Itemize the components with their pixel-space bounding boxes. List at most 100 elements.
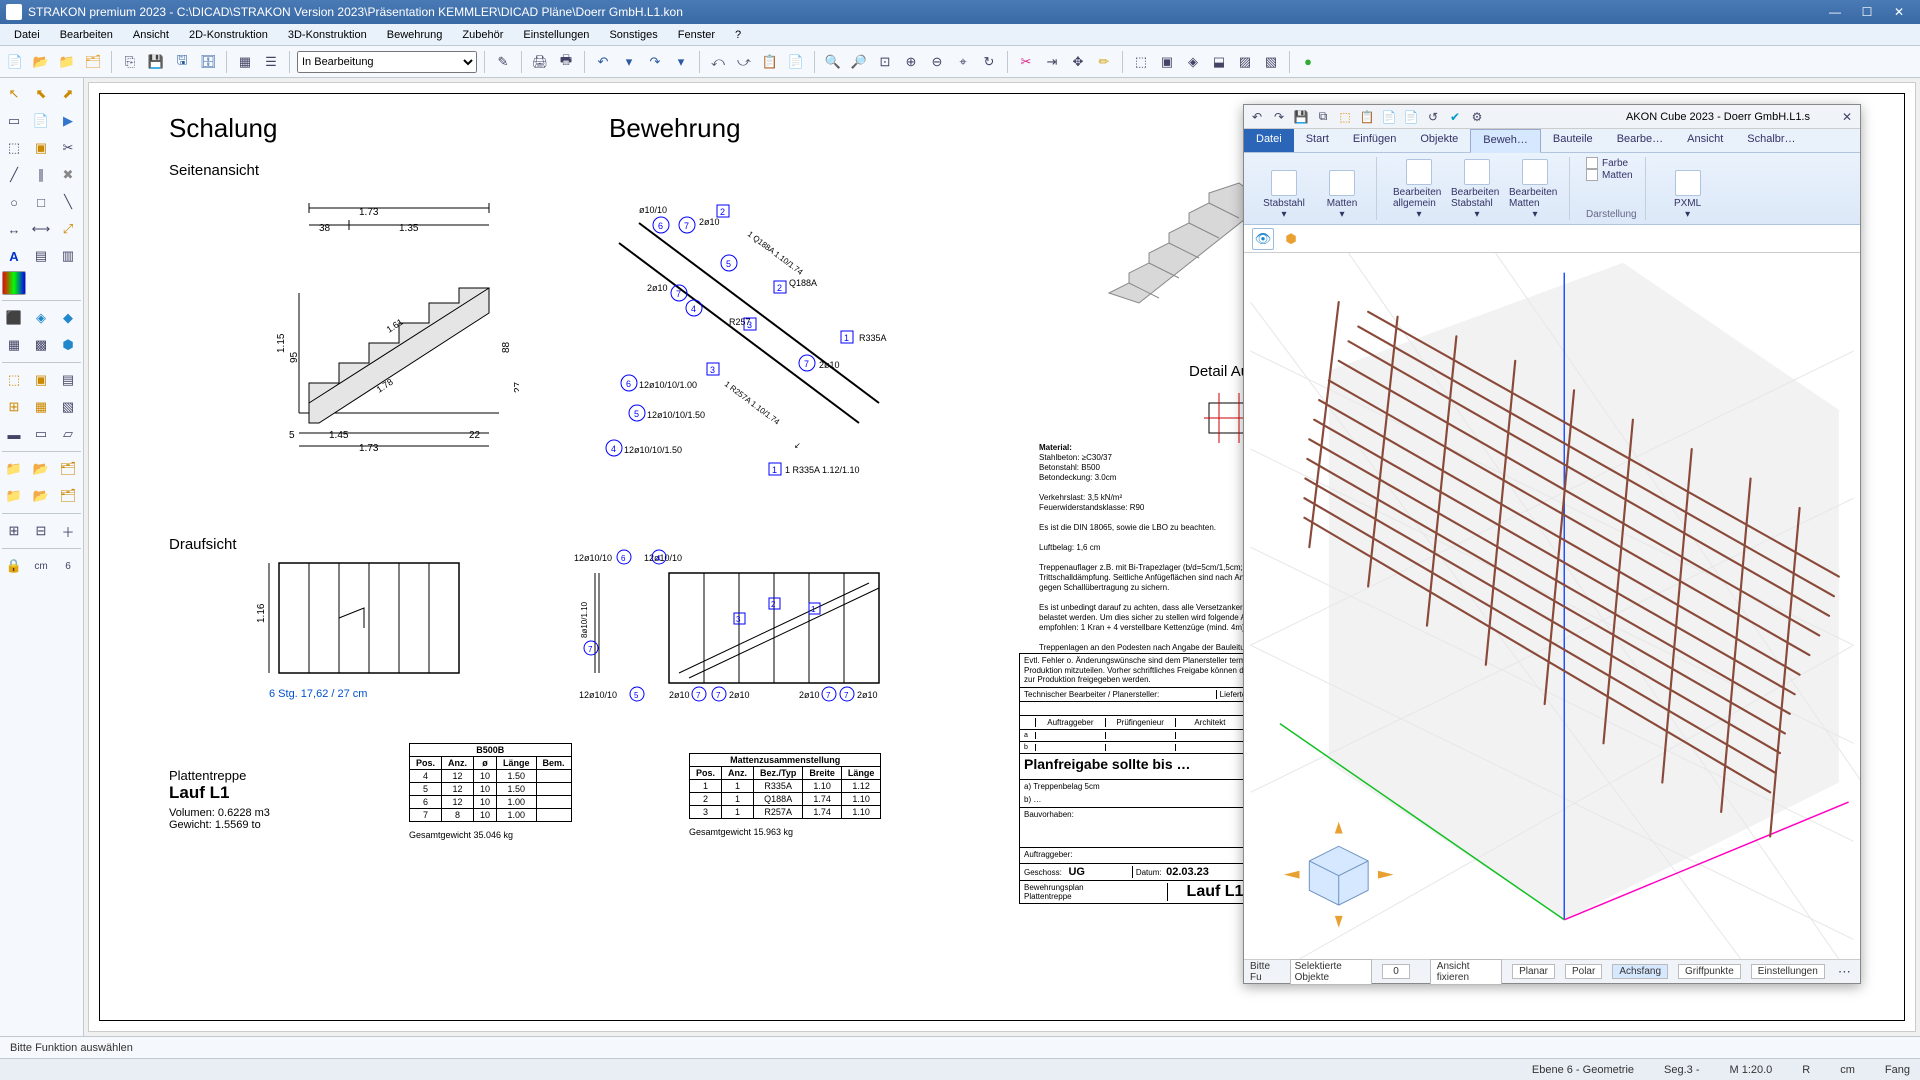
menu-ansicht[interactable]: Ansicht [123,27,179,43]
vt-play-icon[interactable]: ▶ [56,109,80,133]
vt-f3-icon[interactable]: 🗂 [56,457,80,481]
vt-f4-icon[interactable]: 📁 [2,484,26,508]
saveas-icon[interactable]: 🗄 [197,51,219,73]
vt-b4-icon[interactable]: ⊞ [2,395,26,419]
cube-s5-icon[interactable]: 📄 [1402,108,1420,126]
cube-tab-einfuegen[interactable]: Einfügen [1341,129,1408,152]
open3-icon[interactable]: 🗂 [82,51,104,73]
undo-icon[interactable]: ↶ [592,51,614,73]
rlabel-farbe[interactable]: Farbe [1602,158,1628,169]
new-icon[interactable]: 📄 [4,51,26,73]
vt-f6-icon[interactable]: 🗂 [56,484,80,508]
rlabel-matten[interactable]: Matten [1602,170,1633,181]
cube-btn-fix[interactable]: Ansicht fixieren [1430,959,1502,985]
cube-btn-polar[interactable]: Polar [1565,964,1602,979]
open-icon[interactable]: 📂 [30,51,52,73]
cube-redo-icon[interactable]: ↷ [1270,108,1288,126]
sel1-icon[interactable]: ⬚ [1130,51,1152,73]
back-icon[interactable]: ⤺ [707,51,729,73]
rbtn-pxml[interactable]: PXML▾ [1662,170,1714,220]
menu-3d[interactable]: 3D-Konstruktion [278,27,377,43]
menu-zubehoer[interactable]: Zubehör [452,27,513,43]
cube-undo-icon[interactable]: ↶ [1248,108,1266,126]
vt-lock-icon[interactable]: 🔒 [2,554,26,578]
zoomin-icon[interactable]: ⊕ [900,51,922,73]
vt-page-icon[interactable]: 📄 [29,109,53,133]
vt-par-icon[interactable]: ∥ [29,163,53,187]
vt-r1-icon[interactable]: ⬚ [2,136,26,160]
sel4-icon[interactable]: ⬓ [1208,51,1230,73]
vt-g2-icon[interactable]: ⊟ [29,519,53,543]
vt-curs3-icon[interactable]: ⬈ [56,82,80,106]
edit-icon[interactable]: ✎ [492,51,514,73]
cube-tab-bauteile[interactable]: Bauteile [1541,129,1605,152]
copy-icon[interactable]: ⎘ [119,51,141,73]
cube-save-icon[interactable]: 💾 [1292,108,1310,126]
vt-circ-icon[interactable]: ○ [2,190,26,214]
rbtn-stabstahl[interactable]: Stabstahl▾ [1258,170,1310,220]
menu-einstellungen[interactable]: Einstellungen [513,27,599,43]
status-select[interactable]: In Bearbeitung [297,51,477,73]
zoom2-icon[interactable]: 🔎 [848,51,870,73]
cube-s7-icon[interactable]: ✔ [1446,108,1464,126]
vt-cursor-icon[interactable]: ↖ [2,82,26,106]
cube-tab-ansicht[interactable]: Ansicht [1675,129,1735,152]
cube-close-icon[interactable]: ✕ [1838,108,1856,126]
vt-hatch-icon[interactable]: ▤ [29,244,53,268]
vt-r2-icon[interactable]: ▣ [29,136,53,160]
vt-b3-icon[interactable]: ▤ [56,368,80,392]
zoom1-icon[interactable]: 🔍 [822,51,844,73]
grid-icon[interactable]: ▦ [234,51,256,73]
cube-btn-achsfang[interactable]: Achsfang [1612,964,1668,979]
vt-diag-icon[interactable]: ╲ [56,190,80,214]
vt-3d6-icon[interactable]: ⬢ [56,333,80,357]
layers-icon[interactable]: ☰ [260,51,282,73]
sel5-icon[interactable]: ▨ [1234,51,1256,73]
vt-f2-icon[interactable]: 📂 [29,457,53,481]
vt-b5-icon[interactable]: ▦ [29,395,53,419]
vt-3d3-icon[interactable]: ◆ [56,306,80,330]
paste-icon[interactable]: 📄 [785,51,807,73]
printprev-icon[interactable]: 🖶 [555,51,577,73]
menu-2d[interactable]: 2D-Konstruktion [179,27,278,43]
trim-icon[interactable]: ✂ [1015,51,1037,73]
vt-f1-icon[interactable]: 📁 [2,457,26,481]
vt-c1-icon[interactable]: ▬ [2,422,26,446]
cube-3d-view[interactable] [1244,253,1860,959]
print-icon[interactable]: 🖨 [529,51,551,73]
cube-tab-objekte[interactable]: Objekte [1408,129,1470,152]
zoomall-icon[interactable]: ⌖ [952,51,974,73]
vt-3d4-icon[interactable]: ▦ [2,333,26,357]
vt-x-icon[interactable]: ✖ [56,163,80,187]
fwd-icon[interactable]: ⤻ [733,51,755,73]
minimize-button[interactable]: — [1820,2,1850,22]
sel3-icon[interactable]: ◈ [1182,51,1204,73]
cube-s1-icon[interactable]: ⧉ [1314,108,1332,126]
save-icon[interactable]: 💾 [145,51,167,73]
vt-f5-icon[interactable]: 📂 [29,484,53,508]
cube-tab-schalbr[interactable]: Schalbr… [1735,129,1807,152]
vt-b1-icon[interactable]: ⬚ [2,368,26,392]
zoomfit-icon[interactable]: ⊡ [874,51,896,73]
cube-s3-icon[interactable]: 📋 [1358,108,1376,126]
menu-bewehrung[interactable]: Bewehrung [377,27,453,43]
cube-eye-icon[interactable]: 👁 [1252,228,1274,250]
vt-b2-icon[interactable]: ▣ [29,368,53,392]
cube-s4-icon[interactable]: 📄 [1380,108,1398,126]
vt-text-icon[interactable]: A [2,244,26,268]
cube-btn-planar[interactable]: Planar [1512,964,1555,979]
open2-icon[interactable]: 📁 [56,51,78,73]
redo-drop-icon[interactable]: ▾ [670,51,692,73]
vt-g3-icon[interactable]: ＋ [56,519,80,543]
vt-r3-icon[interactable]: ✂ [56,136,80,160]
redo-icon[interactable]: ↷ [644,51,666,73]
refresh-icon[interactable]: ↻ [978,51,1000,73]
cube-s8-icon[interactable]: ⚙ [1468,108,1486,126]
vt-color-icon[interactable] [2,271,26,295]
vt-curs2-icon[interactable]: ⬉ [29,82,53,106]
vt-rect-icon[interactable]: ▭ [2,109,26,133]
cube-tab-bearbe[interactable]: Bearbe… [1605,129,1675,152]
rbtn-bearb-stab[interactable]: Bearbeiten Stabstahl▾ [1451,159,1503,220]
vt-sq-icon[interactable]: □ [29,190,53,214]
close-button[interactable]: ✕ [1884,2,1914,22]
